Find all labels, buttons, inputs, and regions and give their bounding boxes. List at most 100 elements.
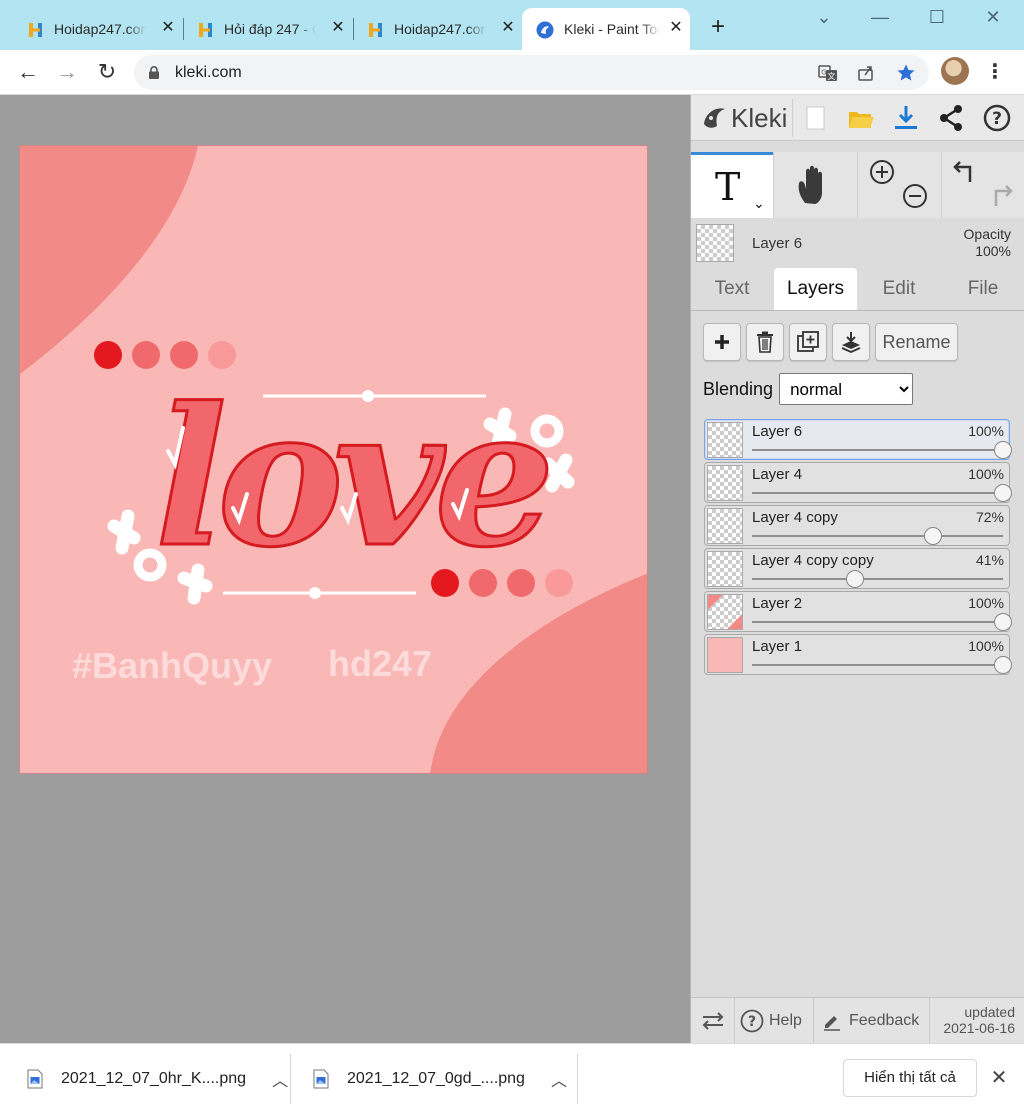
forward-arrow-icon[interactable]: → bbox=[54, 59, 80, 85]
minimize-icon[interactable]: — bbox=[868, 6, 892, 30]
feedback-label: Feedback bbox=[849, 1012, 920, 1029]
layer-item[interactable]: Layer 4 copy copy 41% bbox=[704, 548, 1010, 589]
slider-knob[interactable] bbox=[994, 484, 1012, 502]
zoom-out-icon[interactable] bbox=[901, 182, 929, 210]
new-tab-button[interactable]: + bbox=[706, 15, 730, 40]
tag-hd247: hd247 bbox=[328, 643, 432, 684]
tab-title: Hỏi đáp 247 - Cộng đồng bbox=[224, 21, 316, 37]
help-icon[interactable]: ? bbox=[981, 103, 1013, 133]
swap-side-button[interactable] bbox=[691, 998, 735, 1044]
merge-down-button[interactable] bbox=[832, 323, 870, 361]
layer-item[interactable]: Layer 4 copy 72% bbox=[704, 505, 1010, 546]
profile-avatar[interactable] bbox=[941, 57, 969, 85]
help-button[interactable]: ? Help bbox=[735, 998, 814, 1044]
browser-tab-3[interactable]: Hoidap247.com ✕ bbox=[368, 8, 522, 50]
browser-tab-1[interactable]: Hoidap247.com ✕ bbox=[28, 8, 182, 50]
back-arrow-icon[interactable]: ← bbox=[15, 59, 41, 85]
dot bbox=[545, 569, 573, 597]
feedback-button[interactable]: Feedback bbox=[814, 998, 930, 1044]
close-icon[interactable]: ✕ bbox=[158, 18, 178, 38]
slider-knob[interactable] bbox=[994, 656, 1012, 674]
layer-opacity: 100% bbox=[968, 423, 1004, 439]
tab-search-icon[interactable]: ⌄ bbox=[812, 6, 836, 30]
chevron-up-icon[interactable]: ︿ bbox=[272, 1067, 288, 1091]
chevron-up-icon[interactable]: ︿ bbox=[551, 1067, 567, 1091]
close-icon[interactable]: ✕ bbox=[666, 18, 686, 38]
menu-kebab-icon[interactable]: ⋮ bbox=[983, 58, 1007, 86]
layer-opacity-slider[interactable] bbox=[752, 664, 1003, 666]
blending-select[interactable]: normal bbox=[779, 373, 914, 405]
layer-name: Layer 2 bbox=[752, 595, 803, 612]
zoom-in-icon[interactable] bbox=[868, 158, 896, 186]
dot bbox=[94, 341, 122, 369]
panel-tabs: Text Layers Edit File bbox=[691, 268, 1024, 310]
tag-banhquyy: #BanhQuyy bbox=[72, 645, 272, 686]
slider-knob[interactable] bbox=[923, 527, 942, 545]
layer-opacity-slider[interactable] bbox=[752, 535, 1003, 537]
tab-layers[interactable]: Layers bbox=[774, 268, 857, 310]
layer-name: Layer 4 copy bbox=[752, 509, 838, 526]
layer-item[interactable]: Layer 6 100% bbox=[704, 419, 1012, 460]
translate-icon[interactable]: 文G bbox=[818, 63, 838, 83]
layer-opacity-slider[interactable] bbox=[752, 449, 1003, 451]
help-label: Help bbox=[769, 1012, 802, 1029]
kleki-logo[interactable]: Kleki bbox=[701, 103, 787, 133]
redo-icon[interactable] bbox=[984, 182, 1014, 210]
chevron-down-icon[interactable]: ⌄ bbox=[753, 195, 765, 212]
tab-title: Hoidap247.com bbox=[54, 21, 146, 37]
window-close-icon[interactable]: ✕ bbox=[981, 6, 1005, 30]
rename-layer-button[interactable]: Rename bbox=[875, 323, 958, 361]
text-tool-button[interactable]: T ⌄ bbox=[691, 152, 773, 218]
love-lettering: love bbox=[155, 366, 547, 589]
address-bar[interactable]: kleki.com 文G bbox=[134, 55, 929, 90]
dot bbox=[132, 341, 160, 369]
app-name: Kleki bbox=[731, 102, 788, 133]
undo-icon[interactable] bbox=[952, 158, 982, 186]
tab-file[interactable]: File bbox=[941, 268, 1024, 310]
divider bbox=[792, 99, 793, 137]
layer-name: Layer 4 bbox=[752, 466, 803, 483]
download-item[interactable]: 2021_12_07_0gd_....png ︿ bbox=[313, 1066, 567, 1092]
tab-edit[interactable]: Edit bbox=[857, 268, 941, 310]
layer-item[interactable]: Layer 4 100% bbox=[704, 462, 1012, 503]
drawing-canvas[interactable]: love #BanhQuyy hd247 bbox=[19, 145, 648, 774]
download-icon[interactable] bbox=[890, 103, 922, 133]
new-file-icon[interactable] bbox=[800, 103, 832, 133]
layer-opacity-slider[interactable] bbox=[752, 621, 1003, 623]
delete-layer-button[interactable] bbox=[746, 323, 784, 361]
current-layer-thumbnail bbox=[696, 224, 734, 262]
hand-tool-button[interactable] bbox=[773, 152, 857, 218]
download-item[interactable]: 2021_12_07_0hr_K....png ︿ bbox=[27, 1066, 288, 1092]
layer-item[interactable]: Layer 2 100% bbox=[704, 591, 1012, 632]
opacity-label: Opacity bbox=[963, 226, 1011, 242]
close-downloads-icon[interactable]: ✕ bbox=[988, 1066, 1010, 1090]
tab-text[interactable]: Text bbox=[691, 268, 773, 310]
kleki-side-panel: Kleki ? T ⌄ Layer 6 Opacity 100% Text La… bbox=[690, 95, 1024, 1044]
browser-tab-2[interactable]: Hỏi đáp 247 - Cộng đồng ✕ bbox=[198, 8, 352, 50]
show-all-downloads-button[interactable]: Hiển thị tất cả bbox=[843, 1059, 977, 1097]
share-icon[interactable] bbox=[856, 63, 876, 83]
maximize-icon[interactable]: ☐ bbox=[925, 6, 949, 30]
duplicate-layer-button[interactable] bbox=[789, 323, 827, 361]
layer-opacity-slider[interactable] bbox=[752, 492, 1003, 494]
close-icon[interactable]: ✕ bbox=[328, 18, 348, 38]
feedback-pen-icon bbox=[824, 1016, 840, 1031]
updated-date: 2021-06-16 bbox=[943, 1020, 1015, 1036]
layer-name: Layer 6 bbox=[752, 423, 803, 440]
download-filename: 2021_12_07_0hr_K....png bbox=[61, 1070, 247, 1087]
layer-opacity-slider[interactable] bbox=[752, 578, 1003, 580]
add-layer-button[interactable] bbox=[703, 323, 741, 361]
layer-item[interactable]: Layer 1 100% bbox=[704, 634, 1012, 675]
reload-icon[interactable]: ↻ bbox=[94, 59, 120, 85]
bookmark-star-icon[interactable] bbox=[896, 63, 916, 83]
current-layer-opacity: Opacity 100% bbox=[964, 226, 1011, 260]
share-icon[interactable] bbox=[935, 103, 967, 133]
close-icon[interactable]: ✕ bbox=[498, 18, 518, 38]
layer-name: Layer 1 bbox=[752, 638, 803, 655]
browser-tab-4-active[interactable]: Kleki - Paint Tool ✕ bbox=[522, 8, 690, 50]
slider-knob[interactable] bbox=[994, 613, 1012, 631]
slider-knob[interactable] bbox=[845, 570, 864, 588]
open-folder-icon[interactable] bbox=[845, 103, 877, 133]
layer-opacity: 72% bbox=[975, 509, 1004, 525]
slider-knob[interactable] bbox=[994, 441, 1012, 459]
